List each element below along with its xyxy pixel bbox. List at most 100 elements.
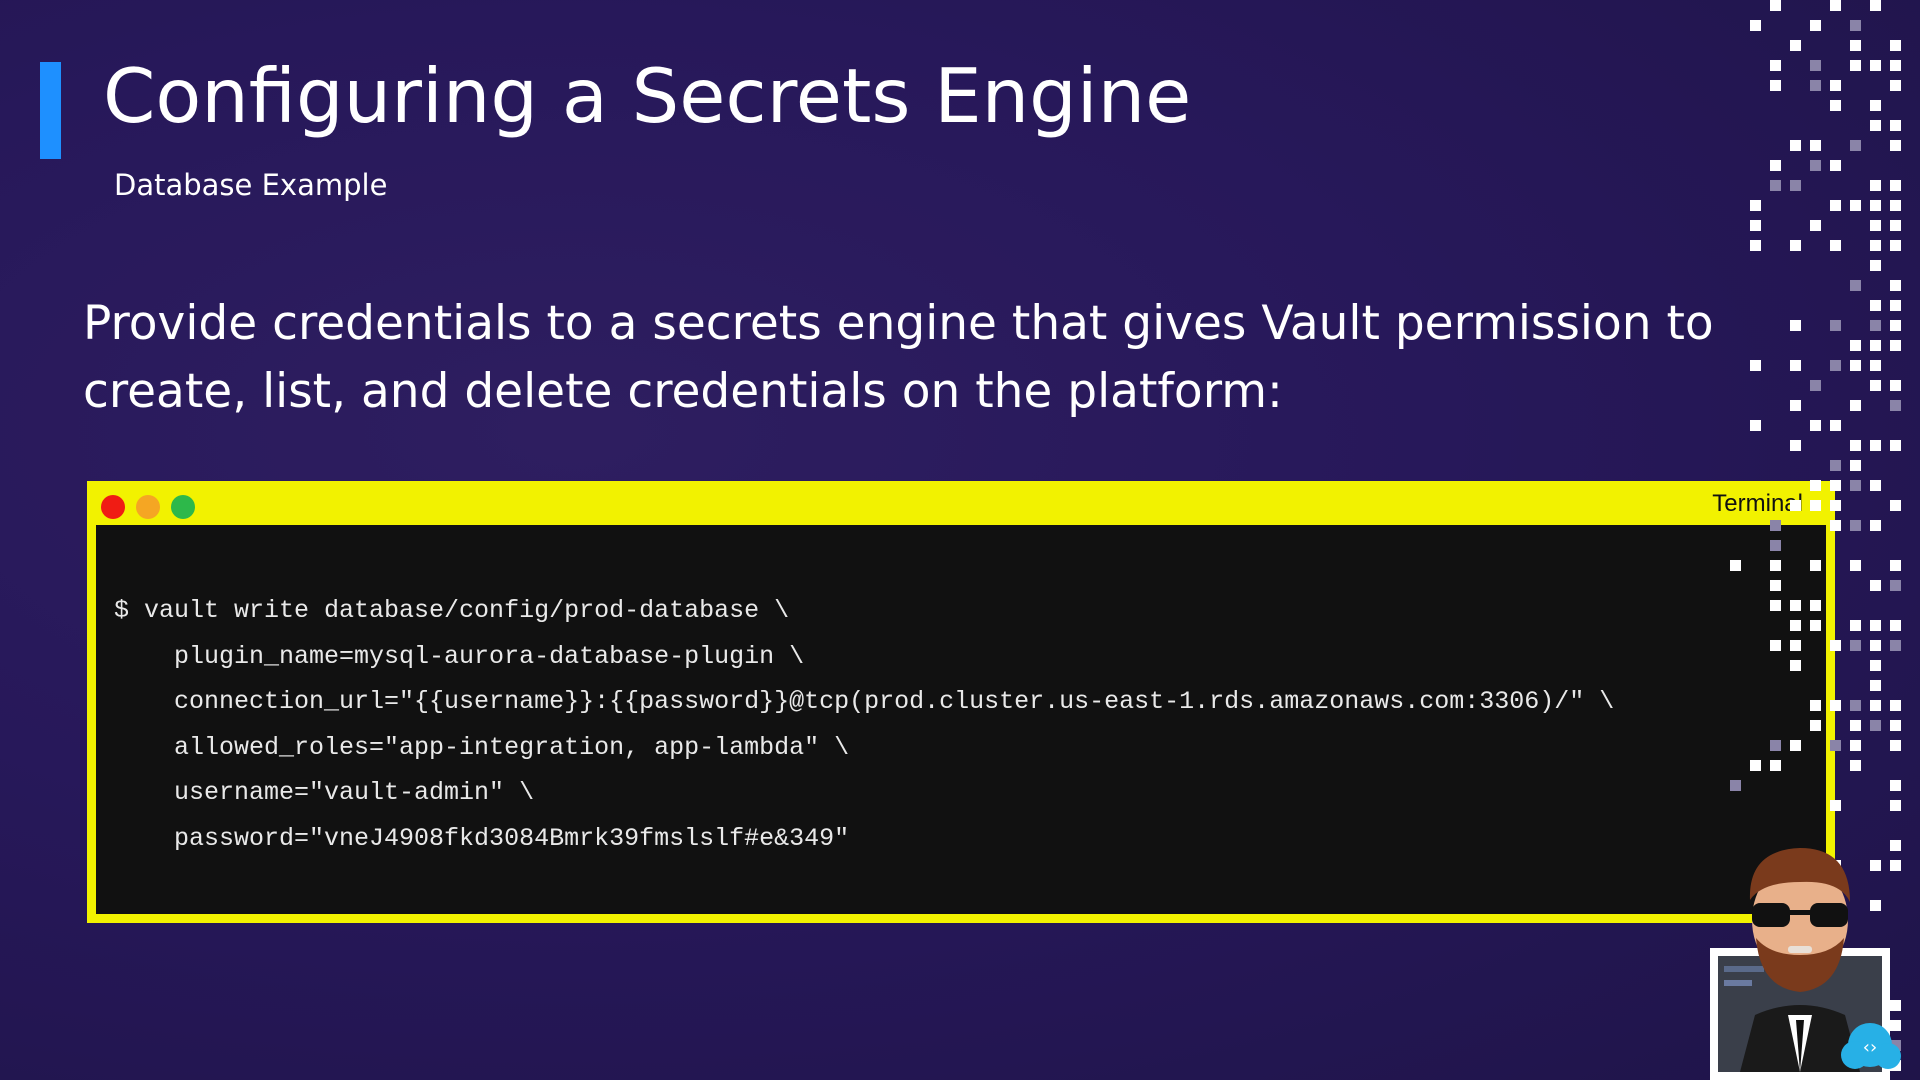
pixel-square — [1810, 80, 1821, 91]
pixel-square — [1830, 800, 1841, 811]
svg-text:‹›: ‹› — [1863, 1037, 1877, 1058]
pixel-square — [1850, 460, 1861, 471]
pixel-square — [1870, 680, 1881, 691]
pixel-square — [1890, 280, 1901, 291]
pixel-square — [1890, 220, 1901, 231]
pixel-square — [1790, 400, 1801, 411]
pixel-square — [1810, 500, 1821, 511]
code-line: $ vault write database/config/prod-datab… — [114, 596, 790, 625]
pixel-square — [1870, 440, 1881, 451]
pixel-square — [1870, 120, 1881, 131]
pixel-square — [1830, 320, 1841, 331]
pixel-square — [1870, 180, 1881, 191]
pixel-square — [1870, 100, 1881, 111]
pixel-square — [1870, 340, 1881, 351]
pixel-square — [1770, 600, 1781, 611]
minimize-window-dot[interactable] — [136, 495, 160, 519]
pixel-square — [1890, 200, 1901, 211]
pixel-square — [1750, 220, 1761, 231]
pixel-square — [1790, 180, 1801, 191]
pixel-square — [1790, 640, 1801, 651]
pixel-square — [1850, 60, 1861, 71]
terminal-window: Terminal $ vault write database/config/p… — [87, 481, 1835, 923]
pixel-square — [1850, 700, 1861, 711]
slide-title: Configuring a Secrets Engine — [103, 52, 1192, 140]
pixel-square — [1890, 640, 1901, 651]
pixel-square — [1810, 140, 1821, 151]
pixel-square — [1770, 640, 1781, 651]
pixel-square — [1830, 420, 1841, 431]
pixel-square — [1790, 500, 1801, 511]
pixel-square — [1810, 620, 1821, 631]
pixel-square — [1850, 720, 1861, 731]
pixel-square — [1830, 80, 1841, 91]
pixel-square — [1810, 720, 1821, 731]
pixel-square — [1850, 520, 1861, 531]
pixel-square — [1830, 0, 1841, 11]
pixel-square — [1890, 440, 1901, 451]
pixel-square — [1870, 360, 1881, 371]
pixel-square — [1770, 520, 1781, 531]
pixel-square — [1810, 160, 1821, 171]
pixel-square — [1770, 180, 1781, 191]
pixel-square — [1770, 580, 1781, 591]
pixel-square — [1890, 60, 1901, 71]
pixel-square — [1730, 780, 1741, 791]
pixel-square — [1890, 120, 1901, 131]
terminal-title-bar: Terminal — [87, 481, 1835, 525]
pixel-square — [1890, 500, 1901, 511]
pixel-square — [1830, 740, 1841, 751]
pixel-square — [1890, 700, 1901, 711]
pixel-square — [1870, 480, 1881, 491]
pixel-square — [1790, 140, 1801, 151]
pixel-square — [1750, 20, 1761, 31]
slide-subtitle: Database Example — [114, 168, 388, 202]
pixel-square — [1870, 640, 1881, 651]
pixel-square — [1870, 240, 1881, 251]
pixel-square — [1890, 180, 1901, 191]
pixel-square — [1790, 360, 1801, 371]
pixel-square — [1750, 420, 1761, 431]
pixel-square — [1850, 620, 1861, 631]
pixel-square — [1890, 140, 1901, 151]
pixel-square — [1890, 40, 1901, 51]
pixel-square — [1830, 100, 1841, 111]
pixel-square — [1790, 600, 1801, 611]
pixel-square — [1870, 520, 1881, 531]
pixel-square — [1830, 700, 1841, 711]
pixel-square — [1850, 760, 1861, 771]
code-line: plugin_name=mysql-aurora-database-plugin… — [114, 641, 805, 671]
pixel-square — [1890, 720, 1901, 731]
pixel-square — [1830, 480, 1841, 491]
terminal-code: $ vault write database/config/prod-datab… — [114, 588, 1614, 861]
pixel-square — [1830, 360, 1841, 371]
pixel-square — [1770, 540, 1781, 551]
pixel-square — [1810, 60, 1821, 71]
pixel-square — [1870, 620, 1881, 631]
close-window-dot[interactable] — [101, 495, 125, 519]
pixel-square — [1830, 160, 1841, 171]
pixel-square — [1770, 560, 1781, 571]
pixel-square — [1770, 740, 1781, 751]
pixel-square — [1830, 520, 1841, 531]
pixel-square — [1870, 200, 1881, 211]
pixel-square — [1890, 560, 1901, 571]
pixel-square — [1850, 640, 1861, 651]
pixel-square — [1750, 760, 1761, 771]
pixel-square — [1810, 420, 1821, 431]
pixel-square — [1890, 80, 1901, 91]
pixel-square — [1890, 380, 1901, 391]
pixel-square — [1850, 560, 1861, 571]
pixel-square — [1750, 360, 1761, 371]
pixel-square — [1770, 0, 1781, 11]
pixel-square — [1890, 400, 1901, 411]
pixel-square — [1790, 740, 1801, 751]
pixel-square — [1850, 40, 1861, 51]
pixel-square — [1870, 0, 1881, 11]
pixel-square — [1810, 220, 1821, 231]
presenter-avatar: ‹› — [1710, 848, 1901, 1080]
pixel-square — [1890, 740, 1901, 751]
pixel-square — [1850, 20, 1861, 31]
pixel-square — [1790, 440, 1801, 451]
maximize-window-dot[interactable] — [171, 495, 195, 519]
